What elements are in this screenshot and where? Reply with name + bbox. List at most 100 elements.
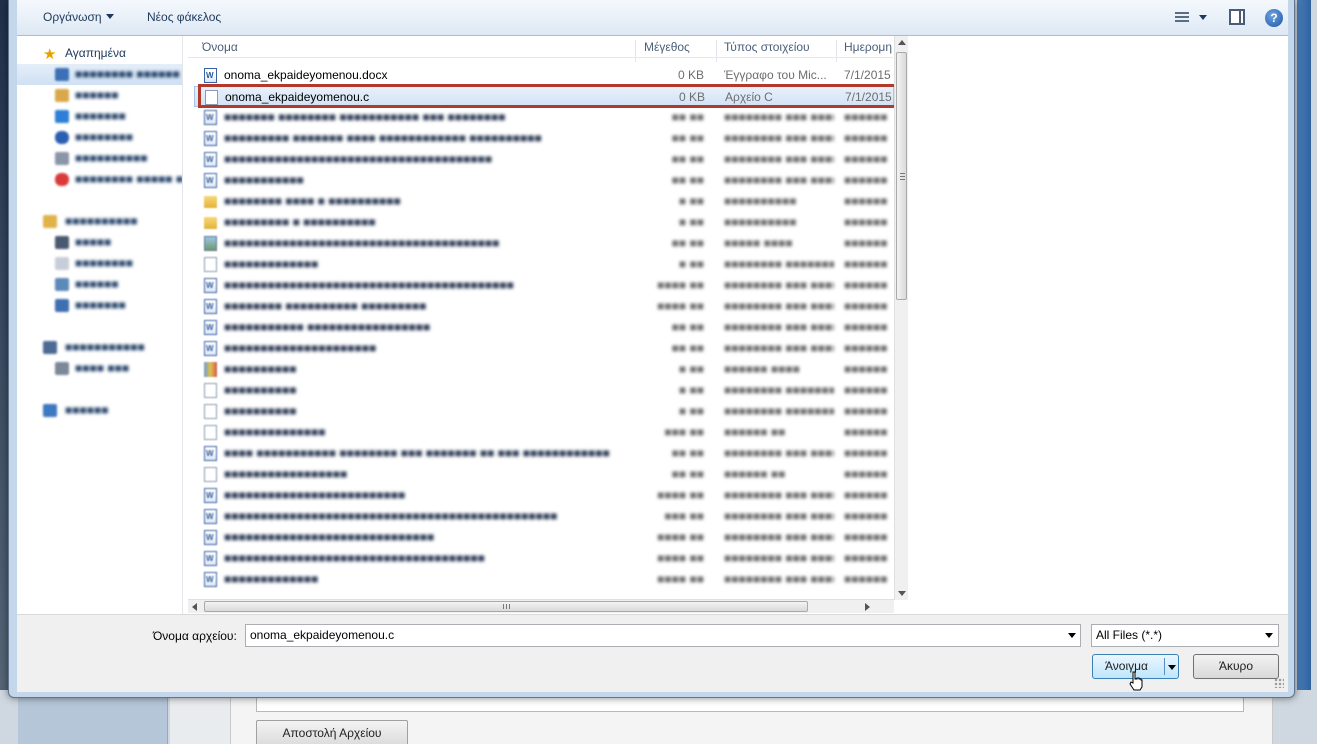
- text-file-icon: [204, 404, 217, 419]
- chevron-down-icon[interactable]: [1265, 633, 1273, 638]
- file-list: Όνομα Μέγεθος Τύπος στοιχείου Ημερομηνία…: [188, 36, 908, 614]
- word-document-icon: [204, 569, 217, 590]
- word-document-icon: [204, 506, 217, 527]
- file-row[interactable]: ■■■■■■■ ■■■■■■■■ ■■■■■■■■■■■ ■■■ ■■■■■■■…: [194, 107, 894, 128]
- open-file-dialog: Οργάνωση Νέος φάκελος ? ★ Αγαπημένα ■■■■…: [8, 0, 1295, 698]
- word-document-icon: [204, 296, 217, 317]
- po-file-icon: [204, 425, 217, 440]
- file-name: onoma_ekpaideyomenou.c: [225, 90, 370, 104]
- word-document-icon: [204, 149, 217, 170]
- scroll-right-icon[interactable]: [865, 603, 870, 611]
- file-type: Έγγραφο του Mic...: [724, 68, 827, 82]
- filename-label: Όνομα αρχείου:: [153, 629, 237, 643]
- column-header-date[interactable]: Ημερομηνία: [844, 40, 892, 54]
- new-folder-button[interactable]: Νέος φάκελος: [147, 10, 221, 24]
- file-row[interactable]: ■■■■■■■■ ■■■■ ■ ■■■■■■■■■■ ■ ■■ ■■■■■■■■■■…: [194, 191, 894, 212]
- nav-item-onedrive[interactable]: ■■■■■■■■: [17, 127, 182, 148]
- nav-item-music[interactable]: ■■■■■■■: [17, 295, 182, 316]
- file-row[interactable]: ■■■■■■■■■■■■■■■■■■■■■■■■■■■■■■■■■■■■■■■■…: [194, 506, 894, 527]
- file-date: 7/1/2015: [844, 68, 891, 82]
- chevron-down-icon: [105, 14, 114, 19]
- column-header-name[interactable]: Όνομα: [202, 40, 632, 54]
- file-row[interactable]: ■■■■■■■■■■■■■■■■■■■■■■■■■■■■■ ■■■■■■■■■■…: [194, 485, 894, 506]
- vertical-scrollbar[interactable]: [894, 36, 908, 600]
- nav-libraries[interactable]: ■■■■■■■■■■: [17, 211, 182, 232]
- network-icon: [43, 404, 57, 417]
- pictures-icon: [55, 278, 69, 291]
- computer-icon: [43, 341, 57, 354]
- scroll-up-icon[interactable]: [898, 40, 906, 45]
- nav-favorites-label: Αγαπημένα: [65, 46, 126, 60]
- file-row[interactable]: ■■■■■■■■■■■■■ ■■■■■■■■■■ ■■■ ■■■■■■■■■■: [194, 170, 894, 191]
- dialog-main: ★ Αγαπημένα ■■■■■■■■ ■■■■■■ ■■■■■■ ■■■■■…: [17, 36, 1288, 614]
- file-row[interactable]: ■■■■■■■■■■ ■ ■■ ■■■■■■■■ ■■■■■■■ ■■■■■■: [194, 401, 894, 422]
- file-row[interactable]: ■■■■■■■■■■ ■ ■■ ■■■■■■■■ ■■■■■■■ ■■■■■■: [194, 380, 894, 401]
- file-row[interactable]: ■■■■■■■■■■■■■■■■■ ■■ ■■ ■■■■■■ ■■ ■■■■■■: [194, 464, 894, 485]
- nav-favorites[interactable]: ★ Αγαπημένα: [17, 43, 182, 64]
- file-row[interactable]: ■■■■■■■■■■■■■■■■■■■■■■■■■■■■■■■■■■■■■■■■…: [194, 233, 894, 254]
- resize-grip-icon[interactable]: [1274, 678, 1284, 688]
- nav-item-dropbox[interactable]: ■■■■■■■: [17, 106, 182, 127]
- file-row[interactable]: ■■■■■■■■■■■■■■ ■■■ ■■ ■■■■■■ ■■ ■■■■■■: [194, 422, 894, 443]
- star-icon: ★: [43, 46, 57, 63]
- background-scrollbar: [1297, 0, 1311, 744]
- nav-item-recent[interactable]: ■■■■■■■■■■: [17, 148, 182, 169]
- chevron-down-icon[interactable]: [1168, 665, 1176, 670]
- file-row[interactable]: ■■■■■■■■■ ■■■■■■■ ■■■■ ■■■■■■■■■■■■ ■■■■…: [194, 128, 894, 149]
- nav-item-downloads[interactable]: ■■■■■■: [17, 85, 182, 106]
- libraries-icon: [43, 215, 57, 228]
- file-row[interactable]: ■■■■■■■■■■■■■■■■■ ■■■■■■■■■■ ■■■ ■■■■■■■…: [194, 569, 894, 590]
- chevron-down-icon[interactable]: [1068, 633, 1076, 638]
- zip-folder-icon: [204, 196, 217, 208]
- word-document-icon: [204, 65, 217, 86]
- nav-item-videos[interactable]: ■■■■■: [17, 232, 182, 253]
- file-row[interactable]: onoma_ekpaideyomenou.docx 0 KB Έγγραφο τ…: [194, 65, 894, 86]
- scroll-down-icon[interactable]: [898, 591, 906, 596]
- desktop-icon: [55, 68, 69, 81]
- column-header-type[interactable]: Τύπος στοιχείου: [724, 40, 834, 54]
- file-row[interactable]: ■■■■■■■■■■ ■ ■■ ■■■■■■ ■■■■ ■■■■■■: [194, 359, 894, 380]
- file-row[interactable]: ■■■■■■■■■■■■■■■■■■■■■■■■■■■■■■■■■ ■■■■■■…: [194, 527, 894, 548]
- file-row[interactable]: ■■■■■■■■■■■■■■■■■■■■■■■■■■■■■■■■■■■■■■■■…: [194, 548, 894, 569]
- file-row-selected[interactable]: onoma_ekpaideyomenou.c 0 KB Αρχείο C 7/1…: [194, 86, 894, 107]
- file-row[interactable]: ■■■■■■■■■■■■■■■■■■■■■■■■■■■■■■■■■■■■■■■ …: [194, 149, 894, 170]
- horizontal-scrollbar[interactable]: [188, 599, 894, 613]
- dropbox-icon: [55, 110, 69, 123]
- column-header-size[interactable]: Μέγεθος: [644, 40, 714, 54]
- nav-item-desktop[interactable]: ■■■■■■■■ ■■■■■■: [17, 64, 182, 85]
- file-row[interactable]: ■■■■ ■■■■■■■■■■■ ■■■■■■■■ ■■■ ■■■■■■■ ■■…: [194, 443, 894, 464]
- navigation-pane: ★ Αγαπημένα ■■■■■■■■ ■■■■■■ ■■■■■■ ■■■■■…: [17, 36, 183, 614]
- organize-button[interactable]: Οργάνωση: [43, 10, 114, 24]
- scrollbar-thumb[interactable]: [204, 601, 808, 612]
- file-size: 0 KB: [677, 68, 704, 82]
- word-document-icon: [204, 107, 217, 128]
- background-page: Αποστολή Αρχείου: [0, 690, 1317, 744]
- change-view-button[interactable]: [1175, 10, 1215, 26]
- help-icon[interactable]: ?: [1265, 9, 1283, 27]
- nav-item-drive-c[interactable]: ■■■■ ■■■: [17, 358, 182, 379]
- column-headers: Όνομα Μέγεθος Τύπος στοιχείου Ημερομηνία: [188, 36, 893, 62]
- word-document-icon: [204, 527, 217, 548]
- downloads-icon: [55, 89, 69, 102]
- nav-item-documents[interactable]: ■■■■■■■■: [17, 253, 182, 274]
- preview-pane-icon[interactable]: [1229, 9, 1245, 25]
- upload-file-button[interactable]: Αποστολή Αρχείου: [256, 720, 408, 744]
- file-type-filter[interactable]: All Files (*.*): [1091, 624, 1279, 647]
- nav-item-pictures[interactable]: ■■■■■■: [17, 274, 182, 295]
- zip-folder-icon: [204, 217, 217, 229]
- file-row[interactable]: ■■■■■■■■■■■■■■■■■■■■■■■■■■■■■■■■■■■■■■■■…: [194, 275, 894, 296]
- file-row[interactable]: ■■■■■■■■■■■ ■■■■■■■■■■■■■■■■■■■ ■■■■■■■■…: [194, 317, 894, 338]
- filename-input[interactable]: onoma_ekpaideyomenou.c: [245, 624, 1081, 647]
- file-row[interactable]: ■■■■■■■■ ■■■■■■■■■■ ■■■■■■■■■■■■■ ■■■■■■…: [194, 296, 894, 317]
- nav-item-creative-cloud[interactable]: ■■■■■■■■ ■■■■■ ■■■■: [17, 169, 182, 190]
- file-row[interactable]: ■■■■■■■■■■■■■ ■ ■■ ■■■■■■■■ ■■■■■■■ ■■■■■■: [194, 254, 894, 275]
- file-row[interactable]: ■■■■■■■■■ ■ ■■■■■■■■■■ ■ ■■ ■■■■■■■■■■ ■■■■…: [194, 212, 894, 233]
- nav-network[interactable]: ■■■■■■: [17, 400, 182, 421]
- scrollbar-thumb[interactable]: [896, 52, 907, 300]
- word-document-icon: [204, 128, 217, 149]
- nav-computer[interactable]: ■■■■■■■■■■■: [17, 337, 182, 358]
- file-row[interactable]: ■■■■■■■■■■■■■■■■■■■■■■■ ■■■■■■■■■■ ■■■ ■…: [194, 338, 894, 359]
- cancel-button[interactable]: Άκυρο: [1193, 654, 1279, 679]
- scroll-left-icon[interactable]: [192, 603, 197, 611]
- word-document-icon: [204, 443, 217, 464]
